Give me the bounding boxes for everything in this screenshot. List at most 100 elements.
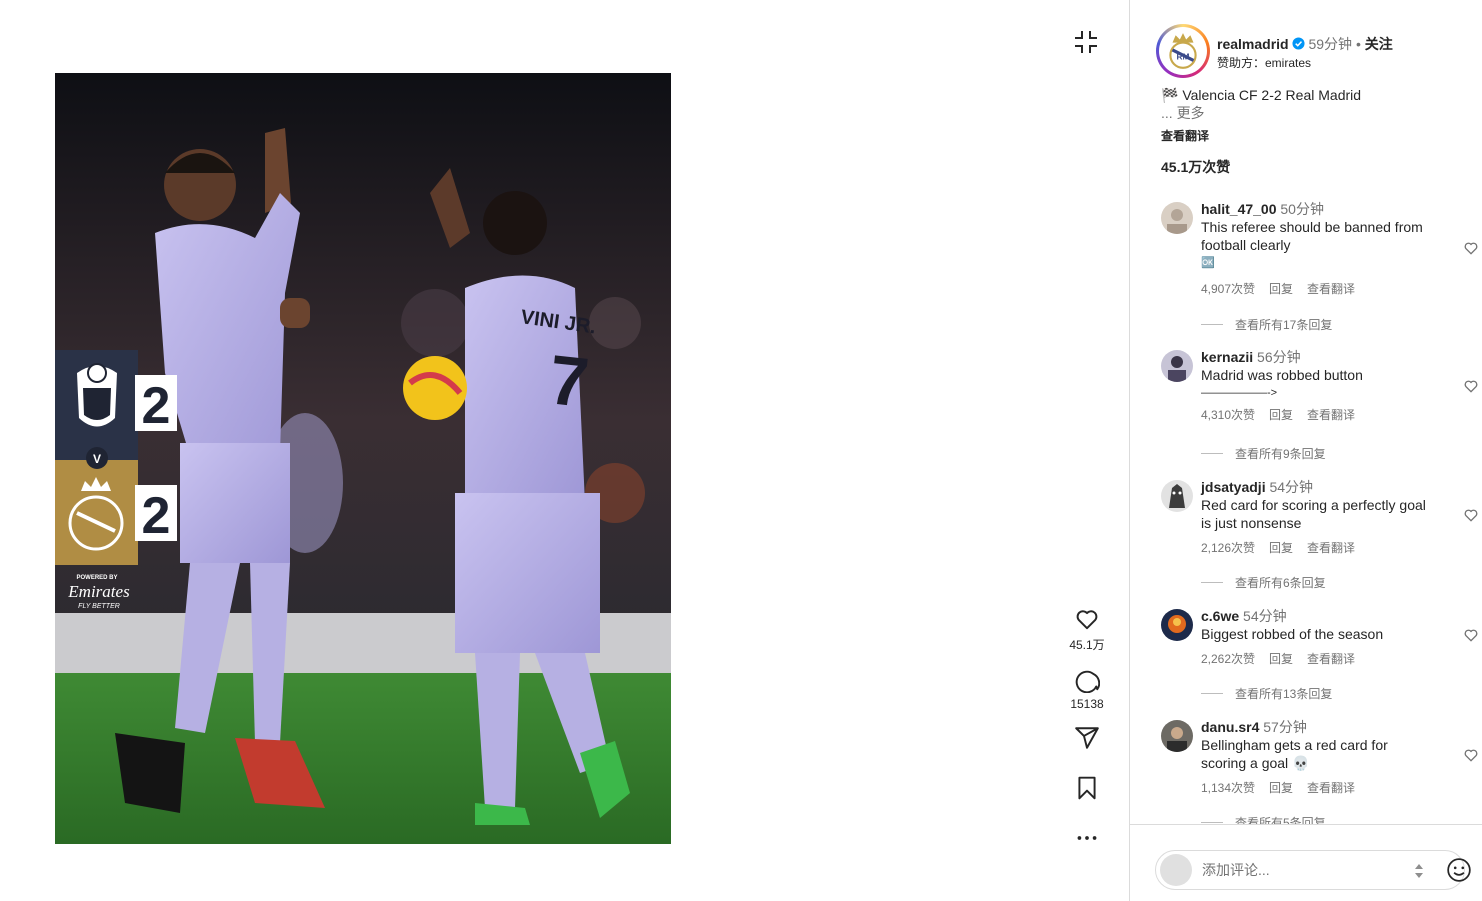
comment-meta: 4,310次赞 回复 查看翻译 (1201, 406, 1431, 424)
comment-heart-icon[interactable] (1463, 747, 1479, 763)
comment-translate-button[interactable]: 查看翻译 (1307, 541, 1355, 555)
post-panel: RM realmadrid 59分钟 • 关注 赞助方：emirates 🏁 V… (1129, 0, 1482, 901)
post-time: 59分钟 (1308, 36, 1353, 52)
view-replies-label: 查看所有5条回复 (1235, 816, 1326, 824)
comment-heart-icon[interactable] (1463, 507, 1479, 523)
caption-more-button[interactable]: 更多 (1177, 105, 1205, 121)
svg-text:RM: RM (1176, 51, 1189, 61)
save-action (1058, 775, 1116, 801)
comment-likes[interactable]: 4,907次赞 (1201, 282, 1255, 296)
caption-translate-button[interactable]: 查看翻译 (1161, 127, 1209, 144)
comment-avatar[interactable] (1161, 480, 1193, 512)
comment-username[interactable]: halit_47_00 (1201, 201, 1277, 217)
comment-reply-button[interactable]: 回复 (1269, 282, 1293, 296)
like-count: 45.1万 (1069, 638, 1105, 652)
view-replies-button[interactable]: 查看所有5条回复 (1201, 814, 1326, 824)
comment-meta: 2,262次赞 回复 查看翻译 (1201, 650, 1431, 668)
comment-extra: ——————-> (1201, 387, 1278, 399)
collapse-icon[interactable] (1072, 28, 1100, 56)
comment-translate-button[interactable]: 查看翻译 (1307, 781, 1355, 795)
comment-text: Red card for scoring a perfectly goal is… (1201, 497, 1426, 531)
more-action (1058, 825, 1116, 851)
comment-time: 57分钟 (1263, 719, 1307, 735)
flag-icon: 🏁 (1161, 87, 1179, 103)
comment-meta: 4,907次赞 回复 查看翻译 (1201, 280, 1431, 298)
comment-time: 50分钟 (1280, 201, 1324, 217)
view-replies-button[interactable]: 查看所有17条回复 (1201, 316, 1332, 333)
comment-reply-button[interactable]: 回复 (1269, 652, 1293, 666)
comment-time: 56分钟 (1257, 349, 1301, 365)
comment-likes[interactable]: 1,134次赞 (1201, 781, 1255, 795)
verified-badge-icon (1292, 37, 1305, 50)
comment-username[interactable]: kernazii (1201, 349, 1253, 365)
current-user-avatar (1160, 854, 1192, 886)
follow-button[interactable]: 关注 (1365, 36, 1393, 52)
comment-likes[interactable]: 4,310次赞 (1201, 408, 1255, 422)
comment-meta: 2,126次赞 回复 查看翻译 (1201, 539, 1431, 557)
comment-time: 54分钟 (1269, 479, 1314, 495)
comment-count: 15138 (1070, 697, 1104, 711)
post-header: RM realmadrid 59分钟 • 关注 赞助方：emirates (1156, 24, 1476, 80)
view-replies-label: 查看所有6条回复 (1235, 576, 1326, 590)
view-replies-label: 查看所有17条回复 (1235, 318, 1333, 332)
powered-by-label: POWERED BY (76, 575, 117, 581)
heart-icon[interactable] (1074, 606, 1100, 632)
post-image[interactable]: VINI JR. 7 2 2 V POWERED BY Emirates FLY… (55, 73, 671, 844)
comment-likes[interactable]: 2,262次赞 (1201, 652, 1255, 666)
comment-heart-icon[interactable] (1463, 378, 1479, 394)
comment-avatar[interactable] (1161, 202, 1193, 234)
comment-text: This referee should be banned from footb… (1201, 219, 1423, 253)
comment-reply-button[interactable]: 回复 (1269, 541, 1293, 555)
comment-username[interactable]: danu.sr4 (1201, 719, 1259, 735)
sponsor-tagline: FLY BETTER (78, 603, 120, 610)
header-user-line: realmadrid 59分钟 • 关注 (1217, 34, 1393, 54)
like-action: 45.1万 (1058, 606, 1116, 653)
comment-translate-button[interactable]: 查看翻译 (1307, 408, 1355, 422)
caption-text: Valencia CF 2-2 Real Madrid (1182, 87, 1362, 103)
comment-reply-button[interactable]: 回复 (1269, 408, 1293, 422)
comment-heart-icon[interactable] (1463, 240, 1479, 256)
more-icon[interactable] (1074, 825, 1100, 851)
comment-input[interactable] (1202, 859, 1402, 881)
share-icon[interactable] (1074, 725, 1100, 751)
comment-icon[interactable] (1074, 667, 1100, 693)
view-replies-label: 查看所有13条回复 (1235, 687, 1333, 701)
resize-handle-icon[interactable] (1414, 862, 1424, 880)
comment-translate-button[interactable]: 查看翻译 (1307, 652, 1355, 666)
header-separator: • (1355, 36, 1361, 52)
view-replies-label: 查看所有9条回复 (1235, 447, 1326, 461)
comment-text: Bellingham gets a red card for scoring a… (1201, 737, 1388, 771)
side-actions: 45.1万 15138 (1058, 606, 1116, 865)
emoji-icon[interactable] (1446, 857, 1472, 883)
comment-text: Madrid was robbed button (1201, 367, 1363, 383)
post-caption: 🏁 Valencia CF 2-2 Real Madrid ... 更多 (1161, 86, 1461, 122)
comment-username[interactable]: jdsatyadji (1201, 479, 1266, 495)
comment-time: 54分钟 (1243, 608, 1287, 624)
comment-likes[interactable]: 2,126次赞 (1201, 541, 1255, 555)
post-username[interactable]: realmadrid (1217, 36, 1289, 52)
match-photo: VINI JR. 7 2 2 V POWERED BY Emirates FLY… (55, 73, 671, 844)
share-action (1058, 725, 1116, 751)
sponsor-brand: Emirates (67, 582, 130, 601)
view-replies-button[interactable]: 查看所有13条回复 (1201, 685, 1332, 702)
home-score: 2 (142, 377, 171, 435)
comment-avatar[interactable] (1161, 350, 1193, 382)
comment-list[interactable]: halit_47_00 50分钟 This referee should be … (1130, 200, 1482, 824)
comment-username[interactable]: c.6we (1201, 608, 1239, 624)
real-madrid-crest-icon: RM (1169, 33, 1197, 69)
comment-avatar[interactable] (1161, 720, 1193, 752)
bookmark-icon[interactable] (1074, 775, 1100, 801)
comment-text: Biggest robbed of the season (1201, 626, 1384, 642)
comment-heart-icon[interactable] (1463, 627, 1479, 643)
profile-avatar[interactable]: RM (1156, 24, 1210, 78)
comment-translate-button[interactable]: 查看翻译 (1307, 282, 1355, 296)
comment-avatar[interactable] (1161, 609, 1193, 641)
view-replies-button[interactable]: 查看所有6条回复 (1201, 574, 1326, 591)
comment-reply-button[interactable]: 回复 (1269, 781, 1293, 795)
versus-label: V (93, 452, 101, 466)
view-replies-button[interactable]: 查看所有9条回复 (1201, 445, 1326, 462)
valencia-crest-icon (77, 363, 117, 427)
likes-total[interactable]: 45.1万次赞 (1161, 157, 1230, 177)
comment-meta: 1,134次赞 回复 查看翻译 (1201, 779, 1431, 797)
sponsor-line[interactable]: 赞助方：emirates (1217, 54, 1311, 71)
